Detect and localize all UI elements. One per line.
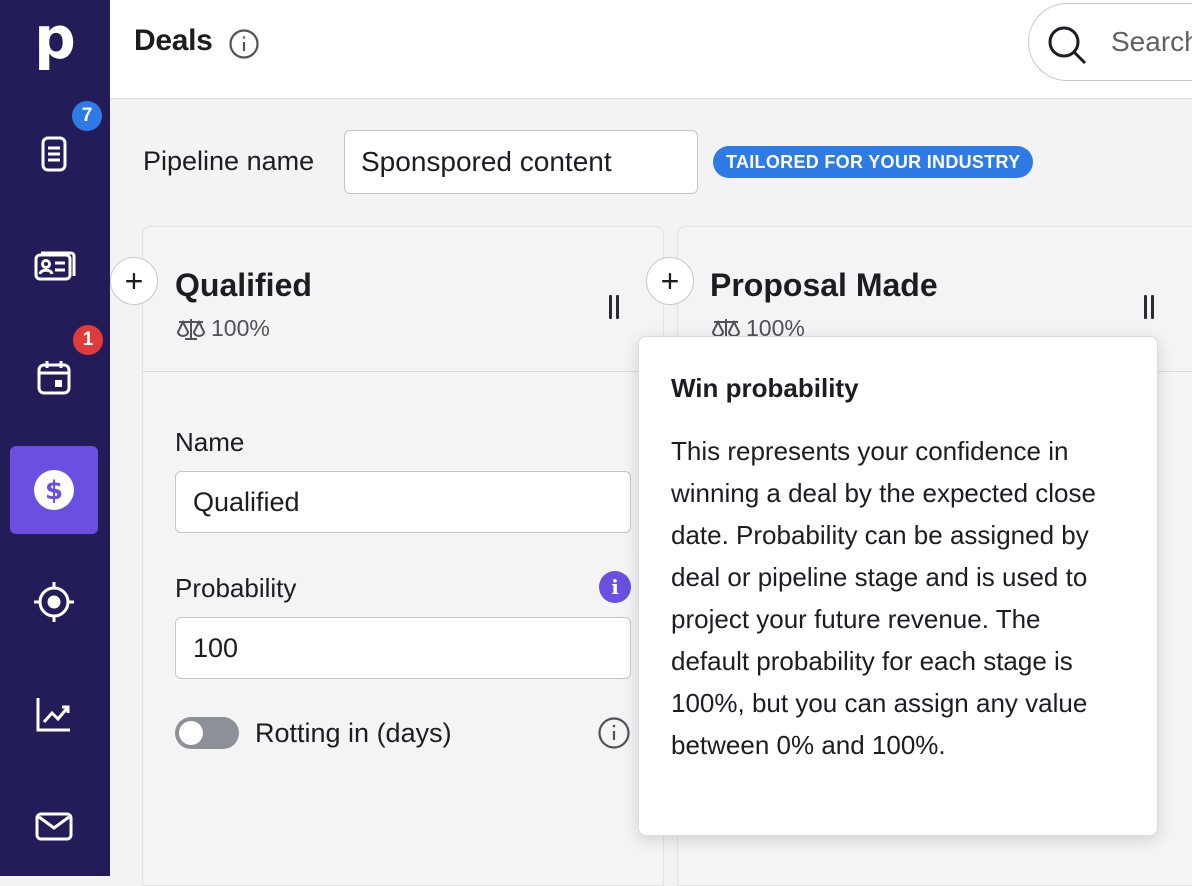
industry-tag: TAILORED FOR YOUR INDUSTRY	[713, 146, 1034, 178]
drag-handle-icon[interactable]	[1142, 295, 1156, 319]
search-placeholder: Search	[1111, 26, 1192, 57]
add-stage-button[interactable]: +	[110, 257, 158, 305]
contact-card-icon	[34, 251, 76, 281]
tooltip-title: Win probability	[671, 373, 859, 403]
stage-probability-value: 100%	[211, 315, 270, 341]
page-title: Deals	[134, 24, 213, 57]
probability-info-icon[interactable]: i	[599, 571, 631, 603]
scale-icon	[176, 318, 206, 340]
stage-header: Qualified 100%	[143, 227, 663, 372]
calendar-icon	[37, 361, 71, 395]
activities-badge: 1	[70, 322, 106, 358]
rotting-info-icon[interactable]	[597, 716, 631, 750]
dollar-icon: $	[34, 470, 74, 510]
leads-badge: 7	[69, 98, 105, 134]
drag-handle-icon[interactable]	[607, 295, 621, 319]
rotting-label: Rotting in (days)	[255, 718, 452, 748]
sidebar-item-projects[interactable]	[10, 558, 98, 646]
probability-input[interactable]	[175, 617, 631, 679]
search-box[interactable]: Search	[1028, 3, 1192, 81]
search-icon	[1048, 26, 1087, 65]
stage-column-qualified: Qualified 100% Name Probability i Rottin…	[142, 226, 664, 886]
tooltip-body: This represents your confidence in winni…	[671, 436, 1096, 760]
svg-text:$: $	[45, 476, 63, 506]
pipeline-name-label: Pipeline name	[143, 146, 315, 176]
target-icon	[34, 582, 74, 622]
win-probability-tooltip: Win probability This represents your con…	[638, 336, 1158, 836]
top-header: Deals Search	[110, 0, 1192, 99]
stage-title: Qualified	[175, 267, 312, 303]
stage-probability: 100%	[175, 315, 270, 342]
probability-label: Probability	[175, 573, 297, 603]
stage-title: Proposal Made	[710, 267, 938, 303]
pipeline-name-input[interactable]	[344, 130, 698, 194]
sidebar: p 7 1 $	[0, 0, 110, 876]
add-stage-button[interactable]: +	[646, 257, 694, 305]
sidebar-item-contacts[interactable]	[10, 222, 98, 310]
chart-line-icon	[36, 698, 70, 732]
mail-icon	[35, 812, 73, 841]
sidebar-item-deals[interactable]: $	[10, 446, 98, 534]
app-logo[interactable]: p	[30, 9, 80, 70]
rotting-toggle[interactable]	[175, 717, 239, 749]
name-label: Name	[175, 427, 245, 457]
sidebar-item-insights[interactable]	[10, 670, 98, 758]
stage-name-input[interactable]	[175, 471, 631, 533]
sidebar-item-mail[interactable]	[10, 782, 98, 870]
info-icon[interactable]	[228, 28, 260, 60]
leads-inbox-icon	[41, 136, 67, 172]
